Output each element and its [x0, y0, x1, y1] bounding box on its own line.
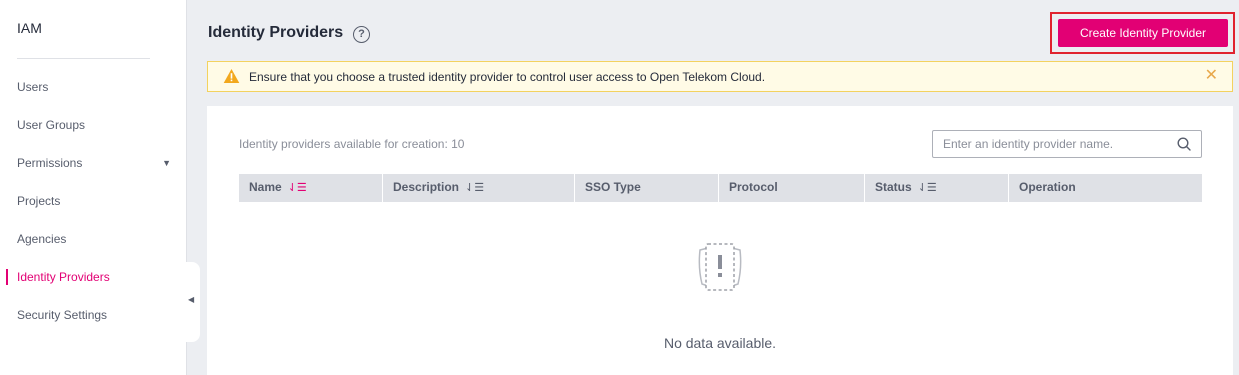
no-data-icon — [698, 243, 742, 291]
column-header-description[interactable]: Description ⇃☰ — [382, 174, 574, 202]
warning-alert: Ensure that you choose a trusted identit… — [207, 61, 1233, 92]
warning-icon — [223, 69, 240, 83]
search-input[interactable] — [933, 131, 1163, 157]
alert-message: Ensure that you choose a trusted identit… — [249, 70, 766, 84]
column-label: Description — [393, 180, 460, 194]
column-header-protocol: Protocol — [718, 174, 864, 202]
sort-icon[interactable]: ⇃☰ — [288, 175, 307, 201]
search-box — [932, 130, 1202, 158]
sidebar-item-permissions[interactable]: Permissions ▼ — [0, 144, 187, 182]
column-label: Name — [249, 180, 282, 194]
sidebar-item-users[interactable]: Users — [0, 68, 187, 106]
page-title: Identity Providers — [208, 24, 344, 41]
sort-icon[interactable]: ⇃☰ — [918, 175, 937, 201]
available-count-text: Identity providers available for creatio… — [239, 137, 465, 151]
main-panel: Identity providers available for creatio… — [207, 106, 1233, 375]
sort-icon[interactable]: ⇃☰ — [465, 175, 484, 201]
sidebar-item-projects[interactable]: Projects — [0, 182, 187, 220]
sidebar-divider — [17, 58, 150, 59]
column-label: SSO Type — [585, 180, 641, 194]
sidebar-item-security-settings[interactable]: Security Settings — [0, 296, 187, 334]
sidebar-collapse-handle[interactable]: ◀ — [184, 262, 200, 342]
create-identity-provider-button[interactable]: Create Identity Provider — [1058, 19, 1228, 47]
sidebar-item-agencies[interactable]: Agencies — [0, 220, 187, 258]
sidebar-item-label: Permissions — [17, 156, 83, 170]
column-header-operation: Operation — [1008, 174, 1202, 202]
collapse-left-icon: ◀ — [188, 295, 195, 304]
table-header: Name ⇃☰ Description ⇃☰ SSO Type Protocol S… — [239, 174, 1202, 202]
column-header-sso-type: SSO Type — [574, 174, 718, 202]
close-icon[interactable]: ✕ — [1205, 67, 1218, 85]
sidebar-title: IAM — [17, 20, 42, 36]
column-label: Protocol — [729, 180, 778, 194]
search-icon[interactable] — [1177, 137, 1191, 151]
column-header-name[interactable]: Name ⇃☰ — [239, 174, 382, 202]
column-header-status[interactable]: Status ⇃☰ — [864, 174, 1008, 202]
help-icon[interactable]: ? — [353, 26, 370, 43]
column-label: Operation — [1019, 180, 1076, 194]
sidebar: IAM Users User Groups Permissions ▼ Proj… — [0, 0, 187, 375]
sidebar-item-identity-providers[interactable]: Identity Providers — [0, 258, 187, 296]
sidebar-item-user-groups[interactable]: User Groups — [0, 106, 187, 144]
chevron-down-icon[interactable]: ▼ — [162, 144, 171, 182]
empty-state-text: No data available. — [663, 335, 777, 351]
column-label: Status — [875, 180, 912, 194]
